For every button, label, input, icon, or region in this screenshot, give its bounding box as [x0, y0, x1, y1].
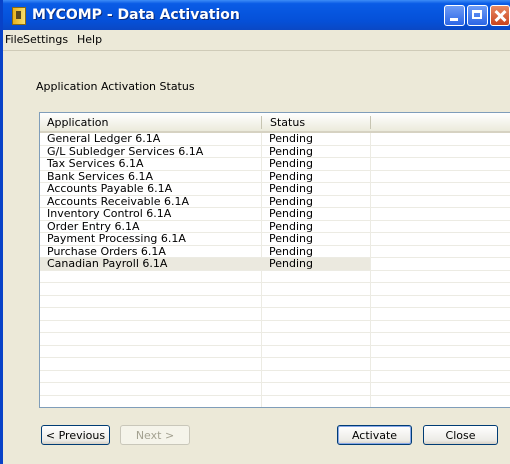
empty-row	[40, 371, 510, 383]
empty-row	[40, 396, 510, 408]
status-cell: Pending	[269, 169, 313, 183]
empty-row	[40, 346, 510, 358]
menu-file[interactable]: File	[5, 33, 23, 46]
empty-row	[40, 333, 510, 346]
activate-button[interactable]: Activate	[337, 425, 412, 445]
column-header-status[interactable]: Status	[270, 116, 305, 129]
list-body: General Ledger 6.1A Pending G/L Subledger…	[40, 133, 510, 408]
previous-button[interactable]: < Previous	[41, 425, 110, 445]
column-separator[interactable]	[370, 116, 371, 129]
column-header-application[interactable]: Application	[47, 116, 108, 129]
list-item[interactable]: Tax Services 6.1A Pending	[40, 158, 510, 171]
list-header: Application Status	[40, 113, 510, 133]
main-window: MYCOMP - Data Activation File Settings H…	[0, 0, 510, 464]
list-item[interactable]: Payment Processing 6.1A Pending	[40, 233, 510, 246]
next-button: Next >	[120, 425, 190, 445]
status-cell: Pending	[269, 144, 313, 158]
empty-row	[40, 296, 510, 308]
status-cell: Pending	[269, 244, 313, 258]
app-icon	[12, 7, 26, 25]
application-cell: Accounts Receivable 6.1A	[47, 194, 190, 208]
empty-row	[40, 321, 510, 333]
status-cell: Pending	[269, 219, 313, 233]
list-item[interactable]: Inventory Control 6.1A Pending	[40, 208, 510, 221]
empty-row	[40, 271, 510, 283]
maximize-button[interactable]	[467, 5, 488, 26]
application-cell: Payment Processing 6.1A	[47, 232, 186, 245]
empty-row	[40, 308, 510, 321]
status-cell: Pending	[269, 182, 313, 195]
application-cell: Bank Services 6.1A	[47, 169, 154, 183]
list-item[interactable]: General Ledger 6.1A Pending	[40, 133, 510, 146]
status-cell: Pending	[269, 207, 313, 220]
minimize-button[interactable]	[444, 5, 465, 26]
application-cell: Tax Services 6.1A	[47, 157, 144, 170]
status-cell: Pending	[261, 258, 370, 270]
list-item[interactable]: Accounts Payable 6.1A Pending	[40, 183, 510, 196]
column-separator[interactable]	[261, 116, 262, 129]
empty-row	[40, 358, 510, 371]
application-list[interactable]: Application Status General Ledger 6.1A Pe…	[39, 112, 510, 408]
title-bar[interactable]: MYCOMP - Data Activation	[3, 0, 510, 30]
empty-row	[40, 283, 510, 296]
empty-row	[40, 383, 510, 396]
activation-status-label: Application Activation Status	[36, 80, 195, 93]
application-cell: Order Entry 6.1A	[47, 219, 140, 233]
menu-settings[interactable]: Settings	[23, 33, 68, 46]
status-cell: Pending	[269, 194, 313, 208]
application-cell: Inventory Control 6.1A	[47, 207, 172, 220]
application-cell: Canadian Payroll 6.1A	[40, 258, 261, 270]
application-cell: G/L Subledger Services 6.1A	[47, 144, 204, 158]
status-cell: Pending	[269, 157, 313, 170]
window-title: MYCOMP - Data Activation	[32, 7, 240, 23]
application-cell: General Ledger 6.1A	[47, 132, 161, 145]
status-cell: Pending	[269, 232, 313, 245]
menu-bar: File Settings Help	[3, 30, 510, 51]
close-window-button[interactable]	[490, 5, 510, 26]
list-item-selected[interactable]: Canadian Payroll 6.1A Pending	[40, 258, 510, 271]
close-button[interactable]: Close	[423, 425, 498, 445]
status-cell: Pending	[269, 132, 313, 145]
menu-help[interactable]: Help	[77, 33, 102, 46]
application-cell: Purchase Orders 6.1A	[47, 244, 166, 258]
application-cell: Accounts Payable 6.1A	[47, 182, 173, 195]
